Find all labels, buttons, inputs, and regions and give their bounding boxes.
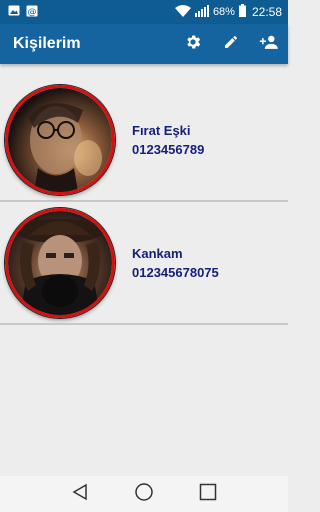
- svg-text:@: @: [28, 7, 37, 17]
- back-button[interactable]: [65, 479, 95, 509]
- add-person-icon: [259, 34, 279, 55]
- status-bar: @ 68% 22:58: [0, 0, 288, 24]
- settings-button[interactable]: [174, 24, 212, 64]
- contact-phone: 0123456789: [132, 141, 205, 157]
- contact-list: Fırat Eşki 0123456789 Kankam 01234567807…: [0, 79, 288, 325]
- contact-name: Kankam: [132, 245, 183, 261]
- app-bar: Kişilerim: [0, 24, 288, 64]
- edit-button[interactable]: [212, 24, 250, 64]
- at-icon: @: [26, 5, 38, 20]
- wifi-icon: [174, 4, 191, 20]
- clock: 22:58: [251, 5, 282, 19]
- image-icon: [8, 5, 20, 19]
- back-icon: [71, 483, 89, 506]
- contact-item[interactable]: Kankam 012345678075: [0, 202, 288, 325]
- contact-phone: 012345678075: [132, 264, 219, 280]
- home-icon: [134, 482, 154, 507]
- contact-name: Fırat Eşki: [132, 122, 191, 138]
- signal-icon: [194, 4, 209, 20]
- edit-icon: [223, 34, 239, 55]
- add-person-button[interactable]: [250, 24, 288, 64]
- avatar: [5, 207, 115, 318]
- recents-icon: [199, 483, 217, 506]
- avatar: [5, 84, 115, 195]
- recents-button[interactable]: [193, 479, 223, 509]
- contact-item[interactable]: Fırat Eşki 0123456789: [0, 79, 288, 202]
- page-title: Kişilerim: [13, 35, 81, 52]
- navigation-bar: [0, 476, 288, 512]
- settings-icon: [184, 33, 202, 56]
- home-button[interactable]: [129, 479, 159, 509]
- battery-percent: 68%: [212, 6, 235, 18]
- battery-icon: [238, 4, 246, 20]
